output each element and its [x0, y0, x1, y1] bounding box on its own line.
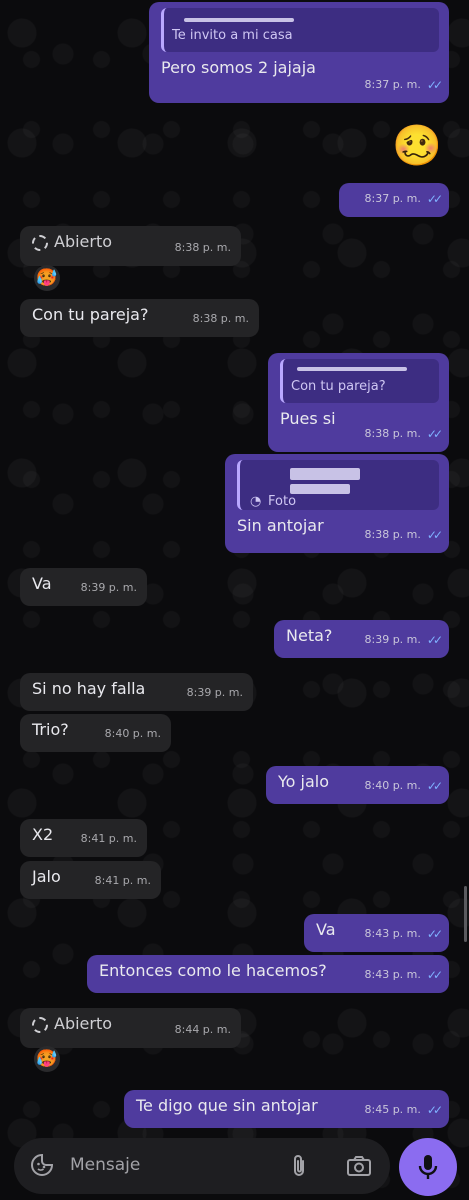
message-meta: 8:37 p. m. ✓✓ — [365, 189, 444, 209]
incoming-message[interactable]: X2 8:41 p. m. — [20, 819, 147, 857]
message-text: Sin antojar — [237, 516, 324, 535]
message-meta: 8:44 p. m. — [174, 1023, 231, 1036]
message-meta: 8:37 p. m. ✓✓ — [365, 75, 444, 95]
incoming-view-once-message[interactable]: Abierto 8:38 p. m. — [20, 226, 241, 266]
outgoing-message[interactable]: Va 8:43 p. m. ✓✓ — [304, 914, 449, 952]
double-check-icon: ✓✓ — [426, 528, 443, 542]
double-check-icon: ✓✓ — [426, 968, 443, 982]
incoming-message[interactable]: Va 8:39 p. m. — [20, 568, 147, 606]
outgoing-message[interactable]: Te invito a mi casa Pero somos 2 jajaja … — [149, 2, 449, 103]
message-meta: 8:45 p. m. ✓✓ — [365, 1100, 444, 1120]
outgoing-message[interactable]: ◔ Foto Sin antojar 8:38 p. m. ✓✓ — [225, 454, 449, 553]
incoming-message[interactable]: Si no hay falla 8:39 p. m. — [20, 673, 253, 711]
message-text: Si no hay falla — [32, 679, 146, 698]
incoming-message[interactable]: Con tu pareja? 8:38 p. m. — [20, 299, 259, 337]
message-input-bar[interactable]: Mensaje — [14, 1138, 390, 1194]
double-check-icon: ✓✓ — [426, 633, 443, 647]
message-text: Te digo que sin antojar — [136, 1096, 318, 1115]
view-once-icon — [32, 234, 48, 251]
message-meta: 8:40 p. m. ✓✓ — [365, 776, 444, 796]
message-meta: 8:39 p. m. — [186, 686, 243, 699]
message-meta: 8:38 p. m. ✓✓ — [365, 424, 444, 444]
incoming-view-once-message[interactable]: Abierto 8:44 p. m. — [20, 1008, 241, 1048]
incoming-message[interactable]: Jalo 8:41 p. m. — [20, 861, 161, 899]
quoted-message[interactable]: Te invito a mi casa — [161, 8, 439, 52]
double-check-icon: ✓✓ — [426, 779, 443, 793]
paperclip-icon[interactable] — [288, 1154, 310, 1178]
message-text: Yo jalo — [278, 772, 330, 791]
message-meta: 8:38 p. m. — [174, 241, 231, 254]
double-check-icon: ✓✓ — [426, 1103, 443, 1117]
outgoing-message[interactable]: Entonces como le hacemos? 8:43 p. m. ✓✓ — [87, 955, 449, 993]
message-text: Va — [316, 920, 336, 939]
double-check-icon: ✓✓ — [426, 78, 443, 92]
message-meta: 8:41 p. m. — [80, 832, 137, 845]
double-check-icon: ✓✓ — [426, 192, 443, 206]
outgoing-message[interactable]: 8:37 p. m. ✓✓ — [339, 183, 449, 217]
message-meta: 8:39 p. m. — [80, 581, 137, 594]
message-text: Jalo — [32, 867, 61, 886]
camera-icon[interactable] — [346, 1154, 372, 1178]
quoted-text: Foto — [268, 494, 297, 509]
microphone-button[interactable] — [399, 1138, 457, 1196]
quoted-text: Te invito a mi casa — [172, 28, 293, 43]
outgoing-message[interactable]: Con tu pareja? Pues si 8:38 p. m. ✓✓ — [268, 353, 449, 452]
message-meta: 8:38 p. m. — [192, 312, 249, 325]
message-meta: 8:43 p. m. ✓✓ — [365, 965, 444, 985]
message-input[interactable]: Mensaje — [70, 1155, 140, 1175]
camera-icon: ◔ — [250, 494, 262, 509]
quoted-text: Con tu pareja? — [291, 379, 386, 394]
large-emoji: 🥴 — [392, 123, 442, 169]
message-meta: 8:43 p. m. ✓✓ — [365, 924, 444, 944]
message-text: Va — [32, 574, 52, 593]
message-text: X2 — [32, 825, 54, 844]
double-check-icon: ✓✓ — [426, 427, 443, 441]
message-text: Pero somos 2 jajaja — [161, 58, 316, 77]
reaction-emoji[interactable]: 🥵 — [34, 1046, 60, 1072]
message-meta: 8:39 p. m. ✓✓ — [365, 630, 444, 650]
message-text: Con tu pareja? — [32, 305, 149, 324]
sticker-icon[interactable] — [30, 1153, 54, 1177]
outgoing-message[interactable]: Te digo que sin antojar 8:45 p. m. ✓✓ — [124, 1090, 449, 1128]
message-meta: 8:38 p. m. ✓✓ — [365, 525, 444, 545]
quoted-photo-message[interactable]: ◔ Foto — [237, 460, 439, 510]
reaction-emoji[interactable]: 🥵 — [34, 265, 60, 291]
status-text: Abierto — [54, 232, 113, 251]
message-text: Entonces como le hacemos? — [99, 961, 327, 980]
message-text: Trio? — [32, 720, 69, 739]
message-meta: 8:40 p. m. — [104, 727, 161, 740]
status-text: Abierto — [54, 1014, 113, 1033]
double-check-icon: ✓✓ — [426, 927, 443, 941]
message-text: Pues si — [280, 409, 336, 428]
quoted-message[interactable]: Con tu pareja? — [280, 359, 439, 403]
view-once-icon — [32, 1016, 48, 1033]
scrollbar[interactable] — [464, 886, 467, 942]
outgoing-message[interactable]: Yo jalo 8:40 p. m. ✓✓ — [266, 766, 449, 804]
microphone-icon — [418, 1155, 438, 1179]
message-text: Neta? — [286, 626, 333, 645]
message-meta: 8:41 p. m. — [94, 874, 151, 887]
incoming-message[interactable]: Trio? 8:40 p. m. — [20, 714, 171, 752]
outgoing-message[interactable]: Neta? 8:39 p. m. ✓✓ — [274, 620, 449, 658]
